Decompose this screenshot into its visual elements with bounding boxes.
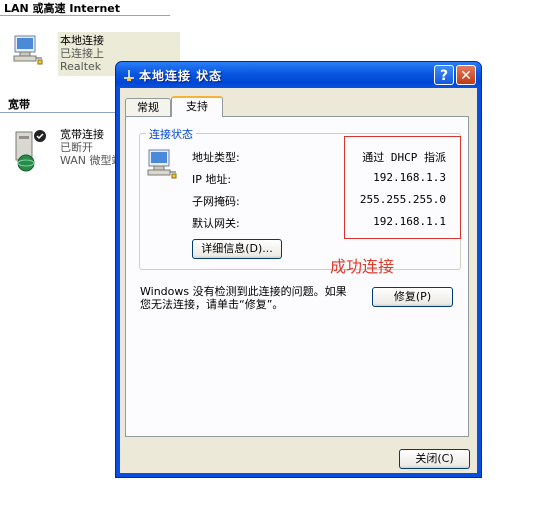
dialog-title-bar[interactable]: 本地连接 状态 ? ✕ [116, 62, 481, 88]
broadband-connection-status: 已断开 [60, 141, 93, 154]
lan-connection-device: Realtek [60, 60, 102, 73]
broadband-section-divider [0, 112, 115, 113]
connection-status-dialog: 本地连接 状态 ? ✕ 常规 支持 连接状态 地址类型: 通过 DHCP 指派 … [115, 61, 482, 478]
details-button[interactable]: 详细信息(D)... [192, 239, 282, 259]
close-window-button[interactable]: ✕ [456, 65, 476, 85]
lan-connection-status: 已连接上 [60, 47, 104, 60]
tab-support[interactable]: 支持 [171, 96, 223, 117]
broadband-connection-name: 宽带连接 [60, 128, 104, 141]
broadband-connection-text: 宽带连接 已断开 WAN 微型端 [60, 128, 123, 167]
broadband-modem-icon [15, 130, 46, 172]
help-button[interactable]: ? [434, 65, 454, 85]
network-computer-icon [147, 149, 177, 179]
repair-message-line1: Windows 没有检测到此连接的问题。如果 [140, 285, 347, 298]
values-highlight-box [344, 136, 461, 239]
repair-message-line2: 您无法连接，请单击“修复”。 [140, 298, 284, 311]
default-gateway-label: 默认网关: [192, 217, 240, 230]
repair-button[interactable]: 修复(P) [372, 287, 453, 307]
broadband-connection-device: WAN 微型端 [60, 154, 123, 167]
lan-section-divider [0, 15, 170, 16]
success-annotation: 成功连接 [330, 257, 395, 276]
network-connection-icon [124, 70, 134, 81]
dialog-title: 本地连接 状态 [139, 69, 223, 83]
lan-connection-text: 本地连接 已连接上 Realtek [60, 34, 104, 73]
subnet-mask-label: 子网掩码: [192, 195, 240, 208]
lan-connection-name: 本地连接 [60, 34, 104, 47]
group-title: 连接状态 [146, 126, 196, 142]
tab-general[interactable]: 常规 [125, 98, 171, 116]
network-computer-icon [13, 35, 43, 65]
repair-message: Windows 没有检测到此连接的问题。如果 您无法连接，请单击“修复”。 [140, 285, 362, 311]
lan-section-heading: LAN 或高速 Internet [4, 2, 121, 15]
address-type-label: 地址类型: [192, 151, 240, 164]
close-button[interactable]: 关闭(C) [399, 449, 470, 469]
broadband-section-heading: 宽带 [8, 98, 30, 111]
ip-address-label: IP 地址: [192, 173, 232, 186]
